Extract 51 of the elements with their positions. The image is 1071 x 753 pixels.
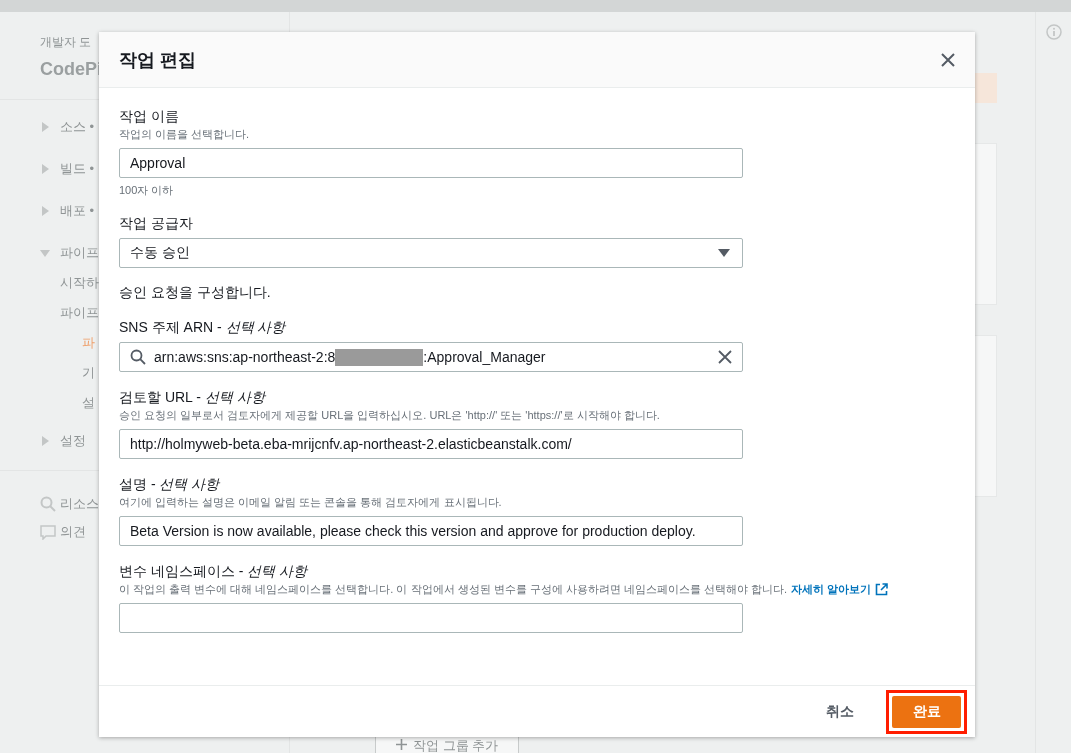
learn-more-link[interactable]: 자세히 알아보기 bbox=[790, 582, 872, 597]
field-label: 검토할 URL - 선택 사항 bbox=[119, 388, 267, 406]
cancel-button[interactable]: 취소 bbox=[820, 701, 860, 722]
dialog-title: 작업 편집 bbox=[119, 48, 196, 72]
search-icon bbox=[40, 496, 56, 512]
clear-icon[interactable] bbox=[718, 350, 732, 364]
nav-link[interactable]: 파 bbox=[82, 335, 95, 350]
nav-link[interactable]: 설 bbox=[82, 395, 95, 410]
field-value: :Approval_Manager bbox=[423, 349, 546, 365]
caret-right-icon[interactable] bbox=[40, 206, 50, 216]
info-icon[interactable] bbox=[1045, 24, 1062, 40]
close-icon[interactable] bbox=[941, 52, 955, 67]
input-field[interactable] bbox=[119, 603, 743, 633]
field-description: 작업의 이름을 선택합니다. bbox=[119, 127, 250, 142]
caret-down-icon[interactable] bbox=[40, 248, 50, 258]
nav-link[interactable]: 의견 bbox=[60, 523, 86, 541]
field-label: SNS 주제 ARN - 선택 사항 bbox=[119, 318, 287, 336]
plus-icon bbox=[396, 739, 407, 750]
nav-section[interactable]: 파이프 bbox=[60, 244, 99, 262]
input-field[interactable]: Beta Version is now available, please check this version and approve for production deploy. bbox=[119, 516, 743, 546]
field-label: 설명 - 선택 사항 bbox=[119, 475, 221, 493]
nav-link[interactable]: 기 bbox=[82, 365, 95, 380]
input-field[interactable]: http://holmyweb-beta.eba-mrijcnfv.ap-northeast-2.elasticbeanstalk.com/ bbox=[119, 429, 743, 459]
field-value: arn:aws:sns:ap-northeast-2:8 bbox=[154, 349, 336, 365]
info-text: 승인 요청을 구성합니다. bbox=[119, 284, 272, 302]
search-icon bbox=[130, 349, 146, 365]
field-label: 작업 이름 bbox=[119, 107, 180, 125]
nav-section[interactable]: 소스 • bbox=[60, 118, 95, 136]
field-description: 이 작업의 출력 변수에 대해 네임스페이스를 선택합니다. 이 작업에서 생성된 변수를 구성에 사용하려면 네임스페이스를 선택해야 합니다. bbox=[119, 582, 787, 597]
caret-right-icon[interactable] bbox=[40, 122, 50, 132]
nav-section[interactable]: 빌드 • bbox=[60, 160, 95, 178]
external-link-icon bbox=[875, 583, 889, 596]
nav-link[interactable]: 파이프 bbox=[60, 305, 99, 320]
select-field[interactable]: 수동 승인 bbox=[119, 238, 743, 268]
nav-section[interactable]: 배포 • bbox=[60, 202, 95, 220]
field-description: 승인 요청의 일부로서 검토자에게 제공할 URL을 입력하십시오. URL은 'http://' 또는 'https://'로 시작해야 합니다. bbox=[119, 408, 660, 423]
input-field[interactable]: Approval bbox=[119, 148, 743, 178]
nav-link[interactable]: 시작하 bbox=[60, 275, 99, 290]
caret-right-icon[interactable] bbox=[40, 164, 50, 174]
chat-icon bbox=[40, 524, 56, 540]
caret-down-icon bbox=[718, 248, 730, 258]
nav-link[interactable]: 리소스 bbox=[60, 495, 99, 513]
nav-section[interactable]: 설정 bbox=[60, 432, 86, 450]
search-field[interactable]: arn:aws:sns:ap-northeast-2:8 :Approval_Manager bbox=[119, 342, 743, 372]
confirm-button[interactable]: 완료 bbox=[892, 695, 961, 728]
caret-right-icon[interactable] bbox=[40, 436, 50, 446]
breadcrumb[interactable]: 개발자 도 bbox=[40, 34, 92, 51]
field-description: 여기에 입력하는 설명은 이메일 알림 또는 콘솔을 통해 검토자에게 표시됩니다. bbox=[119, 495, 502, 510]
constraint-text: 100자 이하 bbox=[119, 183, 175, 198]
field-label: 변수 네임스페이스 - 선택 사항 bbox=[119, 562, 309, 580]
field-label: 작업 공급자 bbox=[119, 214, 194, 232]
